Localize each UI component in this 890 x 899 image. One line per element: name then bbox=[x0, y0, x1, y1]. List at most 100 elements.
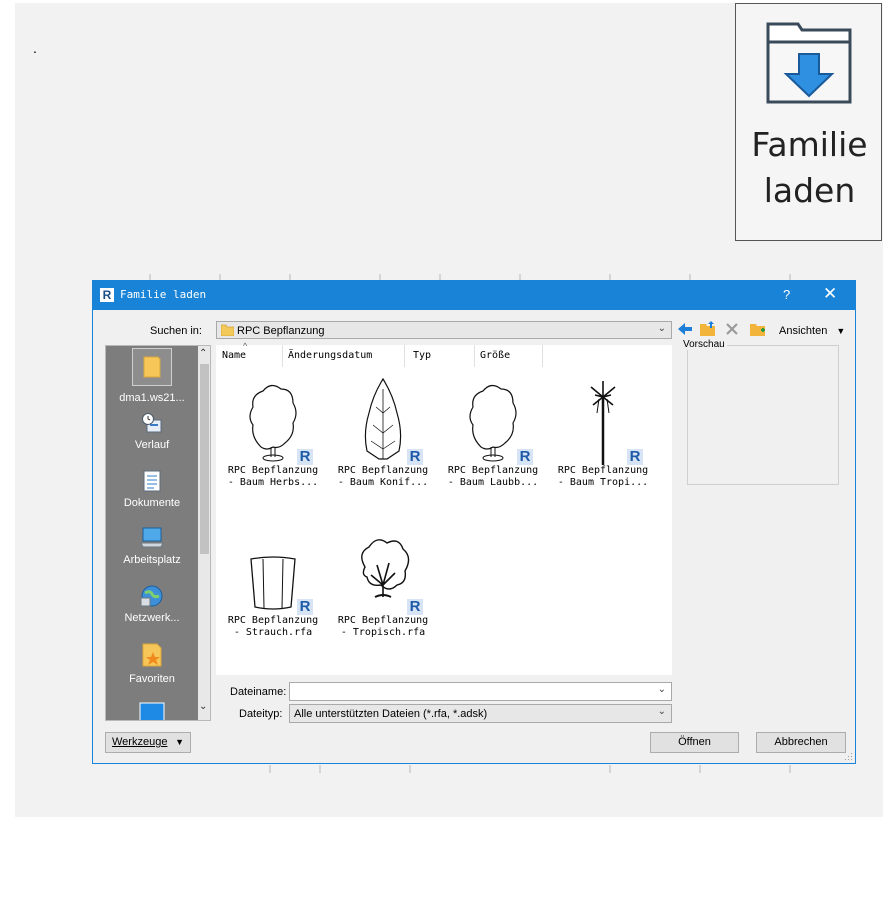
favorites-icon bbox=[142, 643, 162, 667]
place-item-desktop[interactable] bbox=[106, 702, 198, 720]
file-name-line2: - Strauch.rfa bbox=[233, 627, 313, 638]
preview-box bbox=[687, 345, 839, 485]
file-name-line1: RPC Bepflanzung bbox=[227, 465, 319, 476]
caret-down-icon: ▼ bbox=[175, 737, 184, 747]
place-item-home[interactable]: dma1.ws21... bbox=[106, 348, 198, 404]
load-family-label: Familie laden bbox=[736, 122, 883, 214]
caret-down-icon: ▼ bbox=[836, 326, 846, 336]
place-item-network[interactable]: Netzwerk... bbox=[106, 584, 198, 624]
folder-download-icon bbox=[766, 22, 852, 104]
desktop-icon bbox=[139, 702, 165, 720]
file-item[interactable]: R RPC Bepflanzung - Baum Herbs... bbox=[218, 377, 328, 489]
places-scrollbar[interactable]: ⌃ ⌄ bbox=[198, 346, 210, 720]
shrub-thumbnail: R bbox=[233, 527, 313, 615]
place-item-documents[interactable]: Dokumente bbox=[106, 470, 198, 509]
look-in-value: RPC Bepflanzung bbox=[237, 325, 325, 337]
filetype-label: Dateityp: bbox=[239, 708, 283, 720]
conifer-tree-thumbnail: R bbox=[343, 377, 423, 465]
chevron-down-icon[interactable]: ⌄ bbox=[658, 684, 666, 695]
dialog-title: Familie laden bbox=[120, 288, 207, 301]
folder-icon bbox=[143, 356, 161, 378]
deciduous-tree-thumbnail: R bbox=[453, 377, 533, 465]
open-button[interactable]: Öffnen bbox=[650, 732, 739, 753]
load-family-dialog: R Familie laden ? ✕ Suchen in: RPC Bepfl… bbox=[92, 280, 856, 764]
file-item[interactable]: R RPC Bepflanzung - Tropisch.rfa bbox=[328, 527, 438, 639]
documents-icon bbox=[143, 470, 161, 492]
filename-input[interactable]: ⌄ bbox=[289, 682, 672, 701]
place-label: Verlauf bbox=[134, 439, 170, 451]
background-lines-bottom bbox=[269, 765, 791, 773]
views-label: Ansichten bbox=[779, 325, 828, 337]
place-item-history[interactable]: Verlauf bbox=[106, 412, 198, 451]
file-name-line1: RPC Bepflanzung bbox=[337, 465, 429, 476]
tropical-plant-thumbnail: R bbox=[343, 527, 423, 615]
back-arrow-icon[interactable] bbox=[677, 321, 693, 337]
help-button[interactable]: ? bbox=[783, 287, 790, 302]
filetype-select[interactable]: Alle unterstützten Dateien (*.rfa, *.ads… bbox=[289, 704, 672, 723]
network-icon bbox=[140, 585, 163, 607]
close-button[interactable]: ✕ bbox=[823, 284, 837, 304]
deciduous-tree-thumbnail: R bbox=[233, 377, 313, 465]
file-name-line2: - Tropisch.rfa bbox=[340, 627, 426, 638]
file-item[interactable]: R RPC Bepflanzung - Strauch.rfa bbox=[218, 527, 328, 639]
file-name-line2: - Baum Tropi... bbox=[557, 477, 649, 488]
revit-r-icon: R bbox=[297, 449, 313, 465]
file-item[interactable]: R RPC Bepflanzung - Baum Konif... bbox=[328, 377, 438, 489]
file-name-line1: RPC Bepflanzung bbox=[557, 465, 649, 476]
revit-r-icon: R bbox=[517, 449, 533, 465]
place-label: dma1.ws21... bbox=[119, 392, 185, 404]
places-bar: dma1.ws21... Verlauf Dokumente Arbeitspl… bbox=[105, 345, 211, 721]
load-family-label-line2: laden bbox=[763, 171, 856, 210]
column-separator bbox=[474, 345, 475, 367]
scrollbar-thumb[interactable] bbox=[200, 364, 209, 554]
sort-ascending-icon: ^ bbox=[243, 341, 248, 351]
computer-icon bbox=[140, 527, 164, 548]
column-separator bbox=[404, 345, 405, 367]
revit-r-icon: R bbox=[297, 599, 313, 615]
column-header-date[interactable]: Änderungsdatum bbox=[288, 350, 372, 361]
column-header-size[interactable]: Größe bbox=[480, 350, 510, 361]
file-name-line1: RPC Bepflanzung bbox=[447, 465, 539, 476]
load-family-ribbon-button[interactable]: Familie laden bbox=[735, 3, 882, 241]
place-label: Netzwerk... bbox=[124, 612, 180, 624]
file-list[interactable]: Name ^ Änderungsdatum Typ Größe R RPC Be… bbox=[216, 341, 672, 675]
cancel-button[interactable]: Abbrechen bbox=[756, 732, 846, 753]
column-header-name[interactable]: Name bbox=[222, 350, 246, 361]
filetype-value: Alle unterstützten Dateien (*.rfa, *.ads… bbox=[294, 708, 488, 720]
file-name-line1: RPC Bepflanzung bbox=[337, 615, 429, 626]
place-label: Favoriten bbox=[129, 673, 175, 685]
delete-icon[interactable] bbox=[725, 322, 739, 336]
text-dot: . bbox=[33, 40, 37, 56]
column-header-type[interactable]: Typ bbox=[413, 350, 431, 361]
column-separator bbox=[282, 345, 283, 367]
selected-place-frame bbox=[132, 348, 172, 386]
new-folder-icon[interactable] bbox=[749, 320, 767, 338]
revit-r-icon: R bbox=[627, 449, 643, 465]
up-folder-icon[interactable] bbox=[699, 320, 717, 338]
column-separator bbox=[542, 345, 543, 367]
place-label: Arbeitsplatz bbox=[123, 554, 181, 566]
revit-r-icon: R bbox=[407, 449, 423, 465]
scroll-up-icon[interactable]: ⌃ bbox=[199, 348, 207, 359]
views-menu[interactable]: Ansichten ▼ bbox=[779, 325, 845, 337]
place-item-favorites[interactable]: Favoriten bbox=[106, 642, 198, 685]
title-bar[interactable]: R Familie laden ? ✕ bbox=[93, 281, 855, 310]
scroll-down-icon[interactable]: ⌄ bbox=[199, 701, 207, 712]
resize-grip-icon[interactable] bbox=[845, 753, 853, 761]
file-item[interactable]: R RPC Bepflanzung - Baum Laubb... bbox=[438, 377, 548, 489]
file-name-line2: - Baum Konif... bbox=[337, 477, 429, 488]
load-family-label-line1: Familie bbox=[751, 125, 868, 164]
preview-label: Vorschau bbox=[681, 339, 727, 350]
revit-r-icon: R bbox=[407, 599, 423, 615]
tools-label: Werkzeuge bbox=[112, 736, 168, 748]
tools-button[interactable]: Werkzeuge ▼ bbox=[105, 732, 191, 753]
file-item[interactable]: R RPC Bepflanzung - Baum Tropi... bbox=[548, 377, 658, 489]
place-item-computer[interactable]: Arbeitsplatz bbox=[106, 527, 198, 566]
history-icon bbox=[142, 413, 162, 433]
filename-label: Dateiname: bbox=[230, 686, 287, 698]
chevron-down-icon: ⌄ bbox=[657, 706, 666, 717]
folder-icon bbox=[221, 324, 234, 336]
file-name-line2: - Baum Laubb... bbox=[447, 477, 539, 488]
look-in-combobox[interactable]: RPC Bepflanzung ⌄ bbox=[216, 321, 672, 339]
chevron-down-icon: ⌄ bbox=[657, 323, 666, 334]
